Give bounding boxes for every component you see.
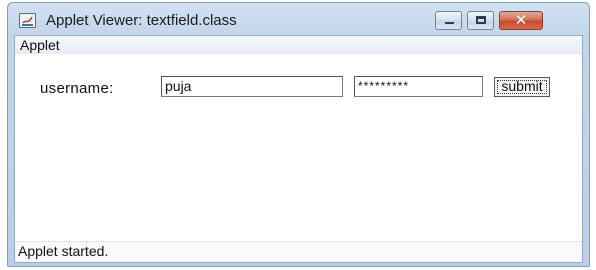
applet-client-area: Applet username: puja ********* submit A… (14, 35, 583, 263)
window-title: Applet Viewer: textfield.class (46, 12, 237, 29)
status-bar: Applet started. (15, 241, 582, 262)
java-applet-icon (19, 13, 36, 28)
maximize-icon (476, 16, 486, 24)
title-bar[interactable]: Applet Viewer: textfield.class ✕ (8, 3, 589, 35)
username-field[interactable]: puja (161, 76, 343, 97)
password-field[interactable]: ********* (354, 76, 483, 97)
minimize-icon (445, 22, 454, 24)
applet-viewer-window: Applet Viewer: textfield.class ✕ Applet … (7, 2, 590, 267)
close-icon: ✕ (514, 11, 528, 29)
status-text: Applet started. (18, 243, 109, 259)
menu-applet[interactable]: Applet (20, 37, 60, 53)
menu-bar: Applet (15, 36, 582, 54)
applet-panel: username: puja ********* submit (15, 54, 582, 242)
maximize-button[interactable] (467, 11, 494, 30)
minimize-button[interactable] (435, 11, 462, 30)
submit-button[interactable]: submit (494, 77, 550, 97)
username-label: username: (40, 80, 114, 97)
close-button[interactable]: ✕ (499, 11, 543, 30)
